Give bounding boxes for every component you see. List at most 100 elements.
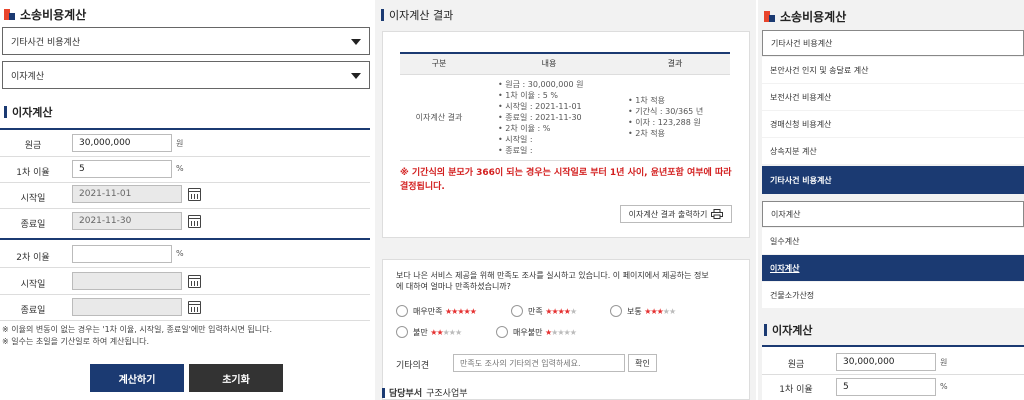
confirm-button[interactable]: 확인: [628, 354, 657, 372]
case-type-select[interactable]: 기타사건 비용계산: [2, 27, 370, 55]
table-header: 내용: [478, 52, 620, 75]
option-neutral: 보통 ★★★★★: [627, 306, 676, 317]
star-rating-icon: ★★★★★: [545, 328, 577, 337]
submenu-label: 일수계산: [770, 236, 800, 246]
rate1-label: 1차 이율: [779, 385, 813, 395]
submenu-label: 이자계산: [771, 209, 801, 219]
end2-input[interactable]: [72, 298, 182, 316]
star-rating-icon: ★★★★★: [545, 307, 577, 316]
warning-text: ※ 기간식의 분모가 366이 되는 경우는 시작일로 부터 1년 사이, 윤년…: [400, 168, 732, 178]
option-label: 보통: [627, 307, 642, 316]
radio-very-satisfied[interactable]: [396, 305, 408, 317]
print-result-button[interactable]: 이자계산 결과 출력하기: [620, 205, 732, 223]
rate2-unit: %: [176, 249, 184, 258]
right-title: 소송비용계산: [764, 8, 846, 25]
submenu-building[interactable]: 건물소가산정: [762, 282, 1024, 308]
option-label: 매우불만: [513, 328, 543, 337]
end1-input[interactable]: 2021-11-30: [72, 212, 182, 230]
survey-question: 에 대하여 얼마나 만족하셨습니까?: [396, 282, 511, 291]
menu-item-auction[interactable]: 경매신청 비용계산: [762, 111, 1024, 137]
list-item: 2차 이율 : %: [498, 123, 620, 134]
brand-flag-icon: [4, 9, 15, 20]
start1-input[interactable]: 2021-11-01: [72, 185, 182, 203]
option-label: 매우만족: [413, 307, 443, 316]
start2-input[interactable]: [72, 272, 182, 290]
divider: [0, 294, 370, 295]
menu-item-etc-case-active[interactable]: 기타사건 비용계산: [762, 166, 1024, 194]
menu-item-inheritance[interactable]: 상속지분 계산: [762, 138, 1024, 164]
calendar-icon[interactable]: [188, 275, 201, 288]
radio-satisfied[interactable]: [511, 305, 523, 317]
rate1-unit: %: [940, 382, 948, 391]
option-label: 불만: [413, 328, 428, 337]
calculate-button[interactable]: 계산하기: [90, 364, 184, 392]
menu-item-label: 기타사건 비용계산: [770, 175, 832, 185]
calc-type-select-value: 이자계산: [11, 71, 45, 82]
note-text: ※ 일수는 초일을 기산일로 하여 계산됩니다.: [2, 337, 150, 346]
list-item: 종료일 : 2021-11-30: [498, 112, 620, 123]
rate1-input[interactable]: 5: [72, 160, 172, 178]
menu-item-label: 보전사건 비용계산: [770, 92, 832, 102]
star-rating-icon: ★★★★★: [445, 307, 477, 316]
radio-dissatisfied[interactable]: [396, 326, 408, 338]
option-dissatisfied: 불만 ★★★★★: [413, 327, 462, 338]
list-item: 이자 : 123,288 원: [628, 117, 730, 128]
submenu-interest-active[interactable]: 이자계산: [762, 255, 1024, 281]
rate1-label: 1차 이율: [16, 168, 50, 178]
result-title: 이자계산 결과: [381, 7, 453, 23]
dept-info: 담당부서 구조사업부: [382, 386, 468, 399]
menu-item-etc-case[interactable]: 기타사건 비용계산: [762, 30, 1024, 56]
section-bar-icon: [382, 387, 385, 398]
option-label: 만족: [528, 307, 543, 316]
note-text: ※ 이율의 변동이 없는 경우는 '1차 이율, 시작일, 종료일'에만 입력하…: [2, 325, 273, 334]
radio-very-dissatisfied[interactable]: [496, 326, 508, 338]
divider: [0, 320, 370, 321]
warning-text: 결정됩니다.: [400, 182, 445, 192]
opinion-input[interactable]: [453, 354, 625, 372]
calc-type-select[interactable]: 이자계산: [2, 61, 370, 89]
table-cell-category: 이자계산 결과: [400, 74, 478, 161]
dept-label: 담당부서: [389, 389, 423, 399]
principal-input[interactable]: 30,000,000: [836, 353, 936, 371]
divider: [762, 374, 1024, 375]
menu-item-label: 본안사건 인지 및 송달료 계산: [770, 65, 869, 75]
option-very-dissatisfied: 매우불만 ★★★★★: [513, 327, 577, 338]
brand-flag-icon: [764, 11, 775, 22]
table-header: 구분: [400, 52, 478, 75]
opinion-label: 기타의견: [396, 361, 430, 371]
divider: [0, 238, 370, 240]
left-section-title: 이자계산: [4, 104, 52, 120]
calendar-icon[interactable]: [188, 188, 201, 201]
end2-label: 종료일: [20, 306, 46, 316]
submenu-label: 건물소가산정: [770, 290, 815, 300]
rate2-label: 2차 이율: [16, 253, 50, 263]
printer-icon: [711, 209, 724, 219]
case-type-select-value: 기타사건 비용계산: [11, 37, 81, 48]
survey-question: 보다 나은 서비스 제공을 위해 만족도 조사를 실시하고 있습니다. 이 페이…: [396, 271, 709, 280]
rate2-input[interactable]: [72, 245, 172, 263]
reset-button[interactable]: 초기화: [189, 364, 283, 392]
calendar-icon[interactable]: [188, 301, 201, 314]
list-item: 종료일 :: [498, 145, 620, 156]
principal-label: 원금: [787, 360, 805, 370]
submenu-label: 이자계산: [770, 263, 800, 273]
list-item: 2차 적용: [628, 128, 730, 139]
divider: [0, 182, 370, 183]
list-item: 시작일 :: [498, 134, 620, 145]
left-section-title-text: 이자계산: [12, 106, 53, 119]
option-satisfied: 만족 ★★★★★: [528, 306, 577, 317]
submenu-days[interactable]: 일수계산: [762, 228, 1024, 254]
submenu-interest[interactable]: 이자계산: [762, 201, 1024, 227]
radio-neutral[interactable]: [610, 305, 622, 317]
menu-item-preservation[interactable]: 보전사건 비용계산: [762, 84, 1024, 110]
divider: [0, 267, 370, 268]
rate1-input[interactable]: 5: [836, 378, 936, 396]
menu-item-main-case[interactable]: 본안사건 인지 및 송달료 계산: [762, 57, 1024, 83]
principal-input[interactable]: 30,000,000: [72, 134, 172, 152]
right-section-title: 이자계산: [764, 322, 812, 338]
right-section-title-text: 이자계산: [772, 324, 813, 337]
calendar-icon[interactable]: [188, 215, 201, 228]
divider: [0, 208, 370, 209]
chevron-down-icon: [351, 39, 361, 45]
section-bar-icon: [381, 9, 384, 21]
